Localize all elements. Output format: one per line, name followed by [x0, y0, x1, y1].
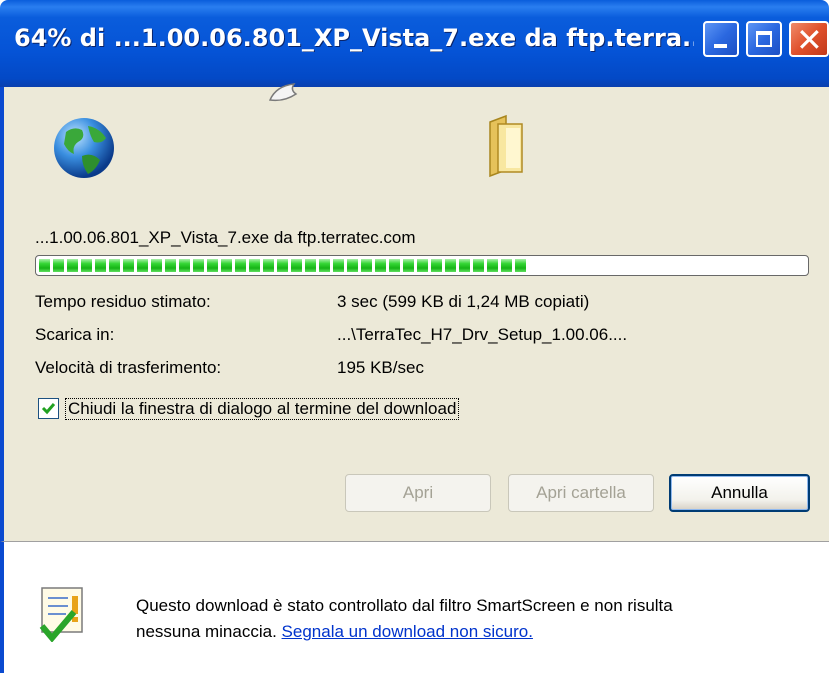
progress-segment — [375, 259, 386, 272]
progress-segment — [39, 259, 50, 272]
progress-segment — [151, 259, 162, 272]
report-unsafe-download-link[interactable]: Segnala un download non sicuro. — [282, 622, 533, 641]
smartscreen-message: Questo download è stato controllato dal … — [136, 596, 673, 615]
progress-segment — [235, 259, 246, 272]
time-remaining-label: Tempo residuo stimato: — [35, 292, 211, 311]
progress-segment — [165, 259, 176, 272]
progress-segment — [179, 259, 190, 272]
open-folder-button[interactable]: Apri cartella — [508, 474, 654, 512]
close-on-complete-checkbox[interactable] — [38, 398, 59, 419]
progress-segment — [473, 259, 484, 272]
progress-segment — [445, 259, 456, 272]
progress-segment — [277, 259, 288, 272]
progress-segment — [305, 259, 316, 272]
progress-segment — [137, 259, 148, 272]
open-button-label: Apri — [402, 483, 434, 502]
download-to-label: Scarica in: — [35, 325, 115, 344]
time-remaining-value: 3 sec (599 KB di 1,24 MB copiati) — [337, 292, 590, 311]
smartscreen-message-line2: nessuna minaccia. Segnala un download no… — [136, 622, 533, 642]
close-on-complete-label[interactable]: Chiudi la finestra di dialogo al termine… — [65, 398, 460, 420]
minimize-icon — [714, 44, 727, 48]
progress-segment — [403, 259, 414, 272]
download-dialog: 64% di ...1.00.06.801_XP_Vista_7.exe da … — [0, 0, 829, 673]
cancel-button-label: Annulla — [711, 483, 768, 502]
progress-fill — [39, 259, 526, 272]
progress-segment — [487, 259, 498, 272]
progress-segment — [207, 259, 218, 272]
download-to-value: ...\TerraTec_H7_Drv_Setup_1.00.06.... — [337, 325, 628, 344]
smartscreen-message-line2-text: nessuna minaccia. — [136, 622, 277, 641]
title-bar[interactable]: 64% di ...1.00.06.801_XP_Vista_7.exe da … — [0, 0, 829, 87]
maximize-button[interactable] — [746, 21, 782, 57]
minimize-button[interactable] — [703, 21, 739, 57]
file-source: ...1.00.06.801_XP_Vista_7.exe da ftp.ter… — [35, 228, 416, 247]
window-title: 64% di ...1.00.06.801_XP_Vista_7.exe da … — [14, 24, 694, 52]
progress-segment — [515, 259, 526, 272]
progress-segment — [319, 259, 330, 272]
open-folder-button-label: Apri cartella — [536, 483, 626, 502]
progress-segment — [193, 259, 204, 272]
progress-segment — [109, 259, 120, 272]
close-icon: ✕ — [796, 21, 823, 59]
progress-segment — [67, 259, 78, 272]
progress-segment — [389, 259, 400, 272]
progress-segment — [249, 259, 260, 272]
progress-segment — [333, 259, 344, 272]
progress-segment — [501, 259, 512, 272]
checkmark-icon — [41, 403, 56, 415]
download-progress-bar — [35, 255, 809, 276]
progress-segment — [221, 259, 232, 272]
progress-segment — [95, 259, 106, 272]
maximize-icon — [756, 31, 772, 47]
cancel-button[interactable]: Annulla — [669, 474, 810, 512]
progress-segment — [291, 259, 302, 272]
transfer-rate-label: Velocità di trasferimento: — [35, 358, 222, 377]
progress-segment — [263, 259, 274, 272]
globe-icon — [54, 118, 114, 178]
progress-segment — [431, 259, 442, 272]
close-button[interactable]: ✕ — [789, 21, 829, 59]
progress-segment — [81, 259, 92, 272]
progress-segment — [123, 259, 134, 272]
smartscreen-shield-icon — [39, 587, 83, 642]
transfer-rate-value: 195 KB/sec — [337, 358, 424, 377]
progress-segment — [347, 259, 358, 272]
paper-flying-icon — [268, 83, 298, 102]
progress-segment — [459, 259, 470, 272]
progress-segment — [417, 259, 428, 272]
progress-segment — [361, 259, 372, 272]
folder-icon — [489, 114, 523, 178]
open-button[interactable]: Apri — [345, 474, 491, 512]
progress-segment — [53, 259, 64, 272]
